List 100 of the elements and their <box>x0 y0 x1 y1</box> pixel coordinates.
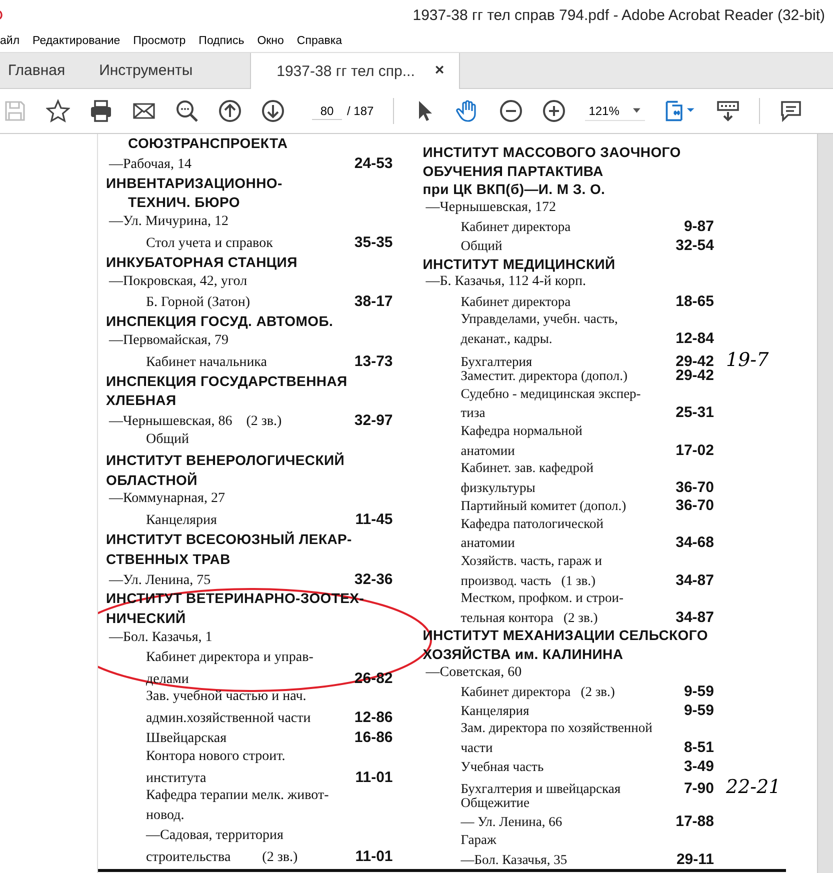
zoom-dropdown[interactable]: 121% <box>584 102 645 120</box>
address-text: —Чернышевская, 172 <box>424 200 557 216</box>
zoom-in-icon[interactable] <box>542 99 566 123</box>
section-heading: ОБЛАСТНОЙ <box>106 472 198 488</box>
phone-number: 32-97 <box>354 412 393 430</box>
entry-text: Кабинет директора (2 зв.) <box>460 684 616 700</box>
phone-number: 13-73 <box>354 352 393 370</box>
print-icon[interactable] <box>89 99 113 123</box>
phone-number: 16-86 <box>354 728 393 746</box>
entry-text: Гараж <box>460 832 498 848</box>
entry-text: тельная контора (2 зв.) <box>460 610 599 626</box>
keyboard-icon[interactable] <box>716 99 740 123</box>
entry-text: Кафедра нормальной <box>460 422 584 439</box>
section-heading: ИНКУБАТОРНАЯ СТАНЦИЯ <box>106 254 298 270</box>
entry-text: Кабинет. зав. кафедрой <box>460 460 594 476</box>
entry-text: — Ул. Ленина, 66 <box>460 814 564 830</box>
entry-text: института <box>145 770 208 786</box>
address-text: —Коммунарная, 27 <box>108 491 226 508</box>
menu-item[interactable]: Просмотр <box>133 35 186 47</box>
section-heading: СТВЕННЫХ ТРАВ <box>106 550 232 567</box>
phone-number: 12-84 <box>676 330 714 347</box>
phone-number: 29-42 <box>676 367 714 384</box>
phone-number: 8-51 <box>684 739 714 756</box>
entry-text: —Бол. Казачья, 35 <box>460 852 568 868</box>
phone-number: 17-88 <box>676 813 714 830</box>
comment-icon[interactable] <box>778 99 803 123</box>
tab[interactable]: Инструменты <box>82 53 210 88</box>
phone-number: 11-01 <box>355 768 393 786</box>
entry-text: Контора нового строит. <box>145 748 286 765</box>
phone-number: 11-45 <box>355 511 393 528</box>
address-text: —Бол. Казачья, 1 <box>108 630 214 646</box>
entry-text: Зам. директора по хозяйственной <box>460 720 654 736</box>
menu-item[interactable]: Подпись <box>198 35 244 47</box>
phone-number: 36-70 <box>676 478 714 496</box>
handwritten-note: 22-21 <box>725 776 781 798</box>
section-heading: ИНВЕНТАРИЗАЦИОННО- <box>106 174 284 191</box>
entry-text: производ. часть (1 зв.) <box>460 572 596 589</box>
section-heading: ХЛЕБНАЯ <box>106 392 178 408</box>
entry-text: Кафедра патологической <box>460 516 604 532</box>
zoom-out-icon[interactable] <box>498 99 523 123</box>
arrow-up-icon[interactable] <box>218 99 242 123</box>
section-heading: ИНСТИТУТ МЕДИЦИНСКИЙ <box>422 256 616 272</box>
entry-text: анатомии <box>460 442 516 458</box>
entry-text: Кабинет директора и управ- <box>145 650 314 666</box>
arrow-down-icon[interactable] <box>261 99 285 123</box>
entry-text: Учебная часть <box>460 758 545 775</box>
entry-text: Судебно - медицинская экспер- <box>460 386 642 402</box>
menu-item[interactable]: айл <box>0 35 20 47</box>
entry-text: Кабинет начальника <box>145 354 268 371</box>
section-heading: ИНСТИТУТ МАССОВОГО ЗАОЧНОГО <box>422 144 682 160</box>
phone-number: 34-87 <box>676 608 714 626</box>
entry-text: Бухгалтерия и швейцарская <box>460 781 622 798</box>
menu-item[interactable]: Редактирование <box>32 35 120 47</box>
address-text: —Ул. Мичурина, 12 <box>108 214 230 230</box>
section-heading: ТЕХНИЧ. БЮРО <box>127 194 241 210</box>
section-heading: ИНСТИТУТ ВСЕСОЮЗНЫЙ ЛЕКАР- <box>106 530 353 547</box>
address-text: —Покровская, 42, угол <box>108 274 248 290</box>
entry-text: новод. <box>145 808 186 824</box>
entry-text: анатомии <box>460 535 516 552</box>
section-heading: ИНСТИТУТ ВЕНЕРОЛОГИЧЕСКИЙ <box>106 452 346 468</box>
section-heading: ОБУЧЕНИЯ ПАРТАКТИВА <box>422 162 604 179</box>
entry-text: Общий <box>460 238 504 254</box>
handwritten-note: 19-7 <box>725 348 769 371</box>
entry-text: Бухгалтерия <box>460 354 534 370</box>
section-heading: ИНСПЕКЦИЯ ГОСУД. АВТОМОБ. <box>106 313 334 330</box>
entry-text: Управделами, учебн. часть, <box>460 311 619 328</box>
tab[interactable]: 1937-38 гг тел спр... × <box>250 53 460 89</box>
tab[interactable]: Главная <box>0 53 82 88</box>
entry-text: Кафедра терапии мелк. живот- <box>145 788 330 804</box>
address-text: —Б. Казачья, 112 4-й корп. <box>424 274 587 290</box>
menu-item[interactable]: Справка <box>296 35 342 47</box>
section-heading: НИЧЕСКИЙ <box>106 610 187 626</box>
phone-number: 34-87 <box>676 572 714 589</box>
phone-number: 24-53 <box>354 154 393 172</box>
entry-text: Заместит. директора (допол.) <box>460 368 628 384</box>
entry-text: Швейцарская <box>145 730 228 747</box>
phone-number: 9-59 <box>684 683 714 700</box>
entry-text: Общий <box>145 432 190 448</box>
address-text: —Первомайская, 79 <box>108 332 230 349</box>
phone-number: 9-87 <box>684 218 714 236</box>
close-icon[interactable]: × <box>434 62 444 80</box>
phone-number: 35-35 <box>354 234 393 251</box>
entry-text: Местком, профком. и строи- <box>460 590 624 606</box>
scrollbar[interactable] <box>817 134 833 873</box>
phone-number: 36-70 <box>676 497 714 514</box>
phone-number: 29-11 <box>676 850 714 868</box>
section-heading: СОЮЗТРАНСПРОЕКТА <box>127 135 289 151</box>
address-text: —Рабочая, 14 <box>108 156 192 173</box>
menu-item[interactable]: Окно <box>257 35 284 47</box>
entry-text: Кабинет директора <box>460 219 572 236</box>
entry-text: делами <box>145 672 190 688</box>
search-icon[interactable] <box>175 99 199 123</box>
entry-text: Кабинет директора <box>460 294 572 310</box>
entry-text: Канцелярия <box>460 702 530 719</box>
page-total: / 187 <box>347 104 374 118</box>
entry-text: Зав. учебной частью и нач. <box>145 689 308 706</box>
phone-number: 18-65 <box>676 292 714 310</box>
phone-number: 17-02 <box>676 442 714 458</box>
entry-text: админ.хозяйственной части <box>145 711 312 728</box>
star-icon[interactable] <box>46 99 70 123</box>
